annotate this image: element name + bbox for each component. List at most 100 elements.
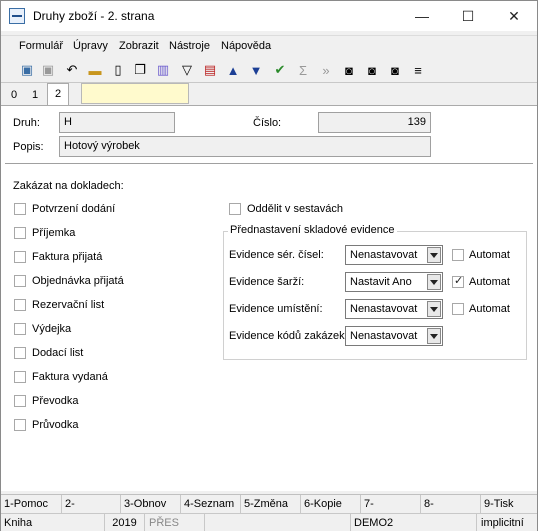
chevron-down-icon[interactable] — [427, 328, 441, 344]
cislo-label: Číslo: — [253, 117, 282, 129]
minimize-icon[interactable]: — — [399, 1, 445, 31]
check-filter-icon[interactable]: ✔ — [271, 61, 289, 79]
close-icon[interactable]: ✕ — [491, 1, 537, 31]
zakazat-heading: Zakázat na dokladech: — [13, 180, 124, 192]
select-value: Nenastavovat — [350, 249, 418, 261]
checkbox-vydejka[interactable] — [14, 323, 26, 335]
chevron-down-icon[interactable] — [427, 274, 441, 290]
checkbox-rezervacni-list[interactable] — [14, 299, 26, 311]
arrow-down-icon[interactable]: ▼ — [247, 61, 265, 79]
fkey-8[interactable]: 8- — [421, 495, 481, 514]
automat-label: Automat — [469, 249, 510, 261]
separator — [5, 163, 533, 164]
automat-label: Automat — [469, 276, 510, 288]
tab-1[interactable]: 1 — [25, 86, 45, 105]
checkbox-label: Převodka — [32, 395, 79, 407]
fkey-7[interactable]: 7- — [361, 495, 421, 514]
book-icon[interactable]: ▥ — [154, 61, 172, 79]
status-year: 2019 — [105, 514, 145, 531]
checkbox-label: Výdejka — [32, 323, 72, 335]
tab-2[interactable]: 2 — [47, 83, 69, 105]
status-empty — [205, 514, 351, 531]
fkey-4[interactable]: 4-Seznam — [181, 495, 241, 514]
checkbox-label: Příjemka — [32, 227, 76, 239]
window-title: Druhy zboží - 2. strana — [33, 9, 155, 23]
evidence-ser-cisel-select[interactable]: Nenastavovat — [345, 245, 443, 265]
arrow-up-icon[interactable]: ▲ — [224, 61, 242, 79]
checkbox-label: Rezervační list — [32, 299, 105, 311]
popis-field[interactable]: Hotový výrobek — [59, 136, 431, 157]
window: Druhy zboží - 2. strana — ☐ ✕ Formulář Ú… — [0, 0, 538, 531]
checkbox-automat-sarzi[interactable] — [452, 274, 464, 288]
binoculars-icon[interactable]: ◙ — [340, 61, 358, 79]
sum-arrow-icon[interactable]: » — [317, 61, 335, 79]
fkey-2[interactable]: 2- — [62, 495, 121, 514]
checkbox-label: Potvrzení dodání — [32, 203, 116, 215]
fkey-3[interactable]: 3-Obnov — [121, 495, 181, 514]
checkbox-label: Průvodka — [32, 419, 79, 431]
find-next-icon[interactable]: ◙ — [363, 61, 381, 79]
save-icon[interactable]: ▣ — [18, 61, 36, 79]
chevron-down-icon[interactable] — [427, 301, 441, 317]
menu-napoveda[interactable]: Nápověda — [221, 40, 271, 52]
evidence-sarzi-label: Evidence šarží: — [229, 276, 305, 288]
checkbox-prevodka[interactable] — [14, 395, 26, 407]
checkbox-potvrzeni-dodani[interactable] — [14, 203, 26, 215]
status-pres: PŘES — [145, 514, 205, 531]
open-folder-icon[interactable]: ▬ — [86, 61, 104, 79]
fkey-6[interactable]: 6-Kopie — [301, 495, 361, 514]
checkbox-pruvodka[interactable] — [14, 419, 26, 431]
evidence-group-title: Přednastavení skladové evidence — [228, 224, 397, 236]
undo-icon[interactable]: ↶ — [63, 61, 81, 79]
function-key-bar: 1-Pomoc 2- 3-Obnov 4-Seznam 5-Změna 6-Ko… — [1, 494, 537, 514]
druh-label: Druh: — [13, 117, 40, 129]
fkey-5[interactable]: 5-Změna — [241, 495, 301, 514]
checkbox-automat-umisteni[interactable] — [452, 303, 464, 315]
druh-field[interactable]: H — [59, 112, 175, 133]
oddelit-label: Oddělit v sestavách — [247, 203, 343, 215]
evidence-ser-cisel-label: Evidence sér. čísel: — [229, 249, 324, 261]
find-options-icon[interactable]: ◙ — [386, 61, 404, 79]
checkbox-label: Faktura přijatá — [32, 251, 103, 263]
new-document-icon[interactable]: ▯ — [109, 61, 127, 79]
menu-lines-icon[interactable]: ≡ — [409, 61, 427, 79]
sum-icon[interactable]: Σ — [294, 61, 312, 79]
chevron-down-icon[interactable] — [427, 247, 441, 263]
select-value: Nenastavovat — [350, 330, 418, 342]
save-as-icon[interactable]: ▣ — [39, 61, 57, 79]
menu-zobrazit[interactable]: Zobrazit — [119, 40, 159, 52]
checkbox-dodaci-list[interactable] — [14, 347, 26, 359]
filter-list-icon[interactable]: ▤ — [201, 61, 219, 79]
checkbox-label: Objednávka přijatá — [32, 275, 124, 287]
checkbox-objednavka-prijata[interactable] — [14, 275, 26, 287]
evidence-sarzi-select[interactable]: Nastavit Ano — [345, 272, 443, 292]
evidence-umisteni-label: Evidence umístění: — [229, 303, 323, 315]
menu-upravy[interactable]: Úpravy — [73, 40, 108, 52]
tab-search-field[interactable] — [81, 83, 189, 104]
checkbox-prijemka[interactable] — [14, 227, 26, 239]
cislo-field[interactable]: 139 — [318, 112, 431, 133]
title-bar: Druhy zboží - 2. strana — ☐ ✕ — [1, 1, 537, 31]
status-db: DEMO2 — [351, 514, 477, 531]
checkbox-label: Dodací list — [32, 347, 84, 359]
menu-formular[interactable]: Formulář — [19, 40, 63, 52]
checkbox-oddelit[interactable] — [229, 203, 241, 215]
fkey-9[interactable]: 9-Tisk — [481, 495, 537, 514]
fkey-1[interactable]: 1-Pomoc — [1, 495, 62, 514]
status-bar: Kniha 2019 PŘES DEMO2 implicitní — [1, 513, 537, 531]
menu-nastroje[interactable]: Nástroje — [169, 40, 210, 52]
tab-0[interactable]: 0 — [5, 86, 23, 105]
maximize-icon[interactable]: ☐ — [445, 1, 491, 31]
copy-icon[interactable]: ❐ — [131, 61, 149, 79]
filter-icon[interactable]: ▽ — [178, 61, 196, 79]
form-panel: Druh: H Číslo: 139 Popis: Hotový výrobek… — [1, 105, 537, 491]
status-kniha: Kniha — [1, 514, 105, 531]
evidence-umisteni-select[interactable]: Nenastavovat — [345, 299, 443, 319]
evidence-kodu-zakazek-label: Evidence kódů zakázek: — [229, 330, 348, 342]
checkbox-automat-ser[interactable] — [452, 249, 464, 261]
toolbar: ▣ ▣ ↶ ▬ ▯ ❐ ▥ ▽ ▤ ▲ ▼ ✔ Σ » ◙ ◙ ◙ ≡ — [1, 57, 537, 83]
evidence-kodu-zakazek-select[interactable]: Nenastavovat — [345, 326, 443, 346]
checkbox-faktura-prijata[interactable] — [14, 251, 26, 263]
app-icon — [9, 8, 25, 24]
checkbox-faktura-vydana[interactable] — [14, 371, 26, 383]
